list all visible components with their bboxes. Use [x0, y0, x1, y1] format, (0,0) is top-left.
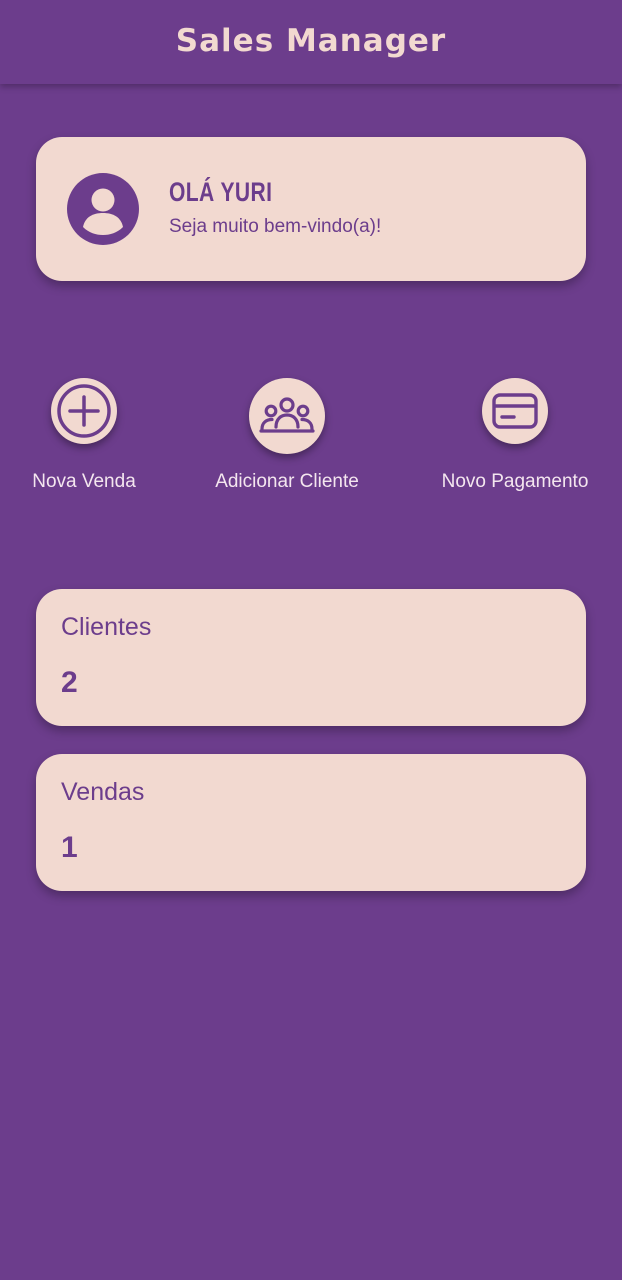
- novo-pagamento-button[interactable]: Novo Pagamento: [442, 378, 588, 492]
- vendas-label: Vendas: [61, 778, 145, 806]
- quick-actions: Nova Venda Adicionar Cliente Novo Pagame…: [0, 378, 622, 498]
- novo-pagamento-label: Novo Pagamento: [441, 471, 589, 492]
- clientes-count: 2: [61, 666, 78, 699]
- novo-pagamento-icon-circle[interactable]: [482, 378, 548, 444]
- welcome-subtitle: Seja muito bem-vindo(a)!: [169, 216, 382, 237]
- vendas-count: 1: [61, 831, 78, 864]
- user-circle-icon: [67, 173, 139, 245]
- app-title: Sales Manager: [175, 23, 447, 59]
- nova-venda-label: Nova Venda: [32, 471, 136, 492]
- adicionar-cliente-button[interactable]: Adicionar Cliente: [215, 378, 359, 492]
- plus-circle-icon: [57, 384, 111, 438]
- clientes-card[interactable]: Clientes 2: [36, 589, 586, 726]
- app-header: Sales Manager: [0, 0, 622, 84]
- adicionar-cliente-icon-circle[interactable]: [249, 378, 325, 454]
- adicionar-cliente-label: Adicionar Cliente: [215, 471, 359, 492]
- welcome-card: OLÁ YURI Seja muito bem-vindo(a)!: [36, 137, 586, 281]
- nova-venda-button[interactable]: Nova Venda: [32, 378, 136, 492]
- clientes-label: Clientes: [61, 613, 152, 641]
- vendas-card[interactable]: Vendas 1: [36, 754, 586, 891]
- welcome-greeting: OLÁ YURI: [169, 177, 273, 207]
- nova-venda-icon-circle[interactable]: [51, 378, 117, 444]
- credit-card-icon: [492, 393, 538, 429]
- users-group-icon: [259, 397, 315, 433]
